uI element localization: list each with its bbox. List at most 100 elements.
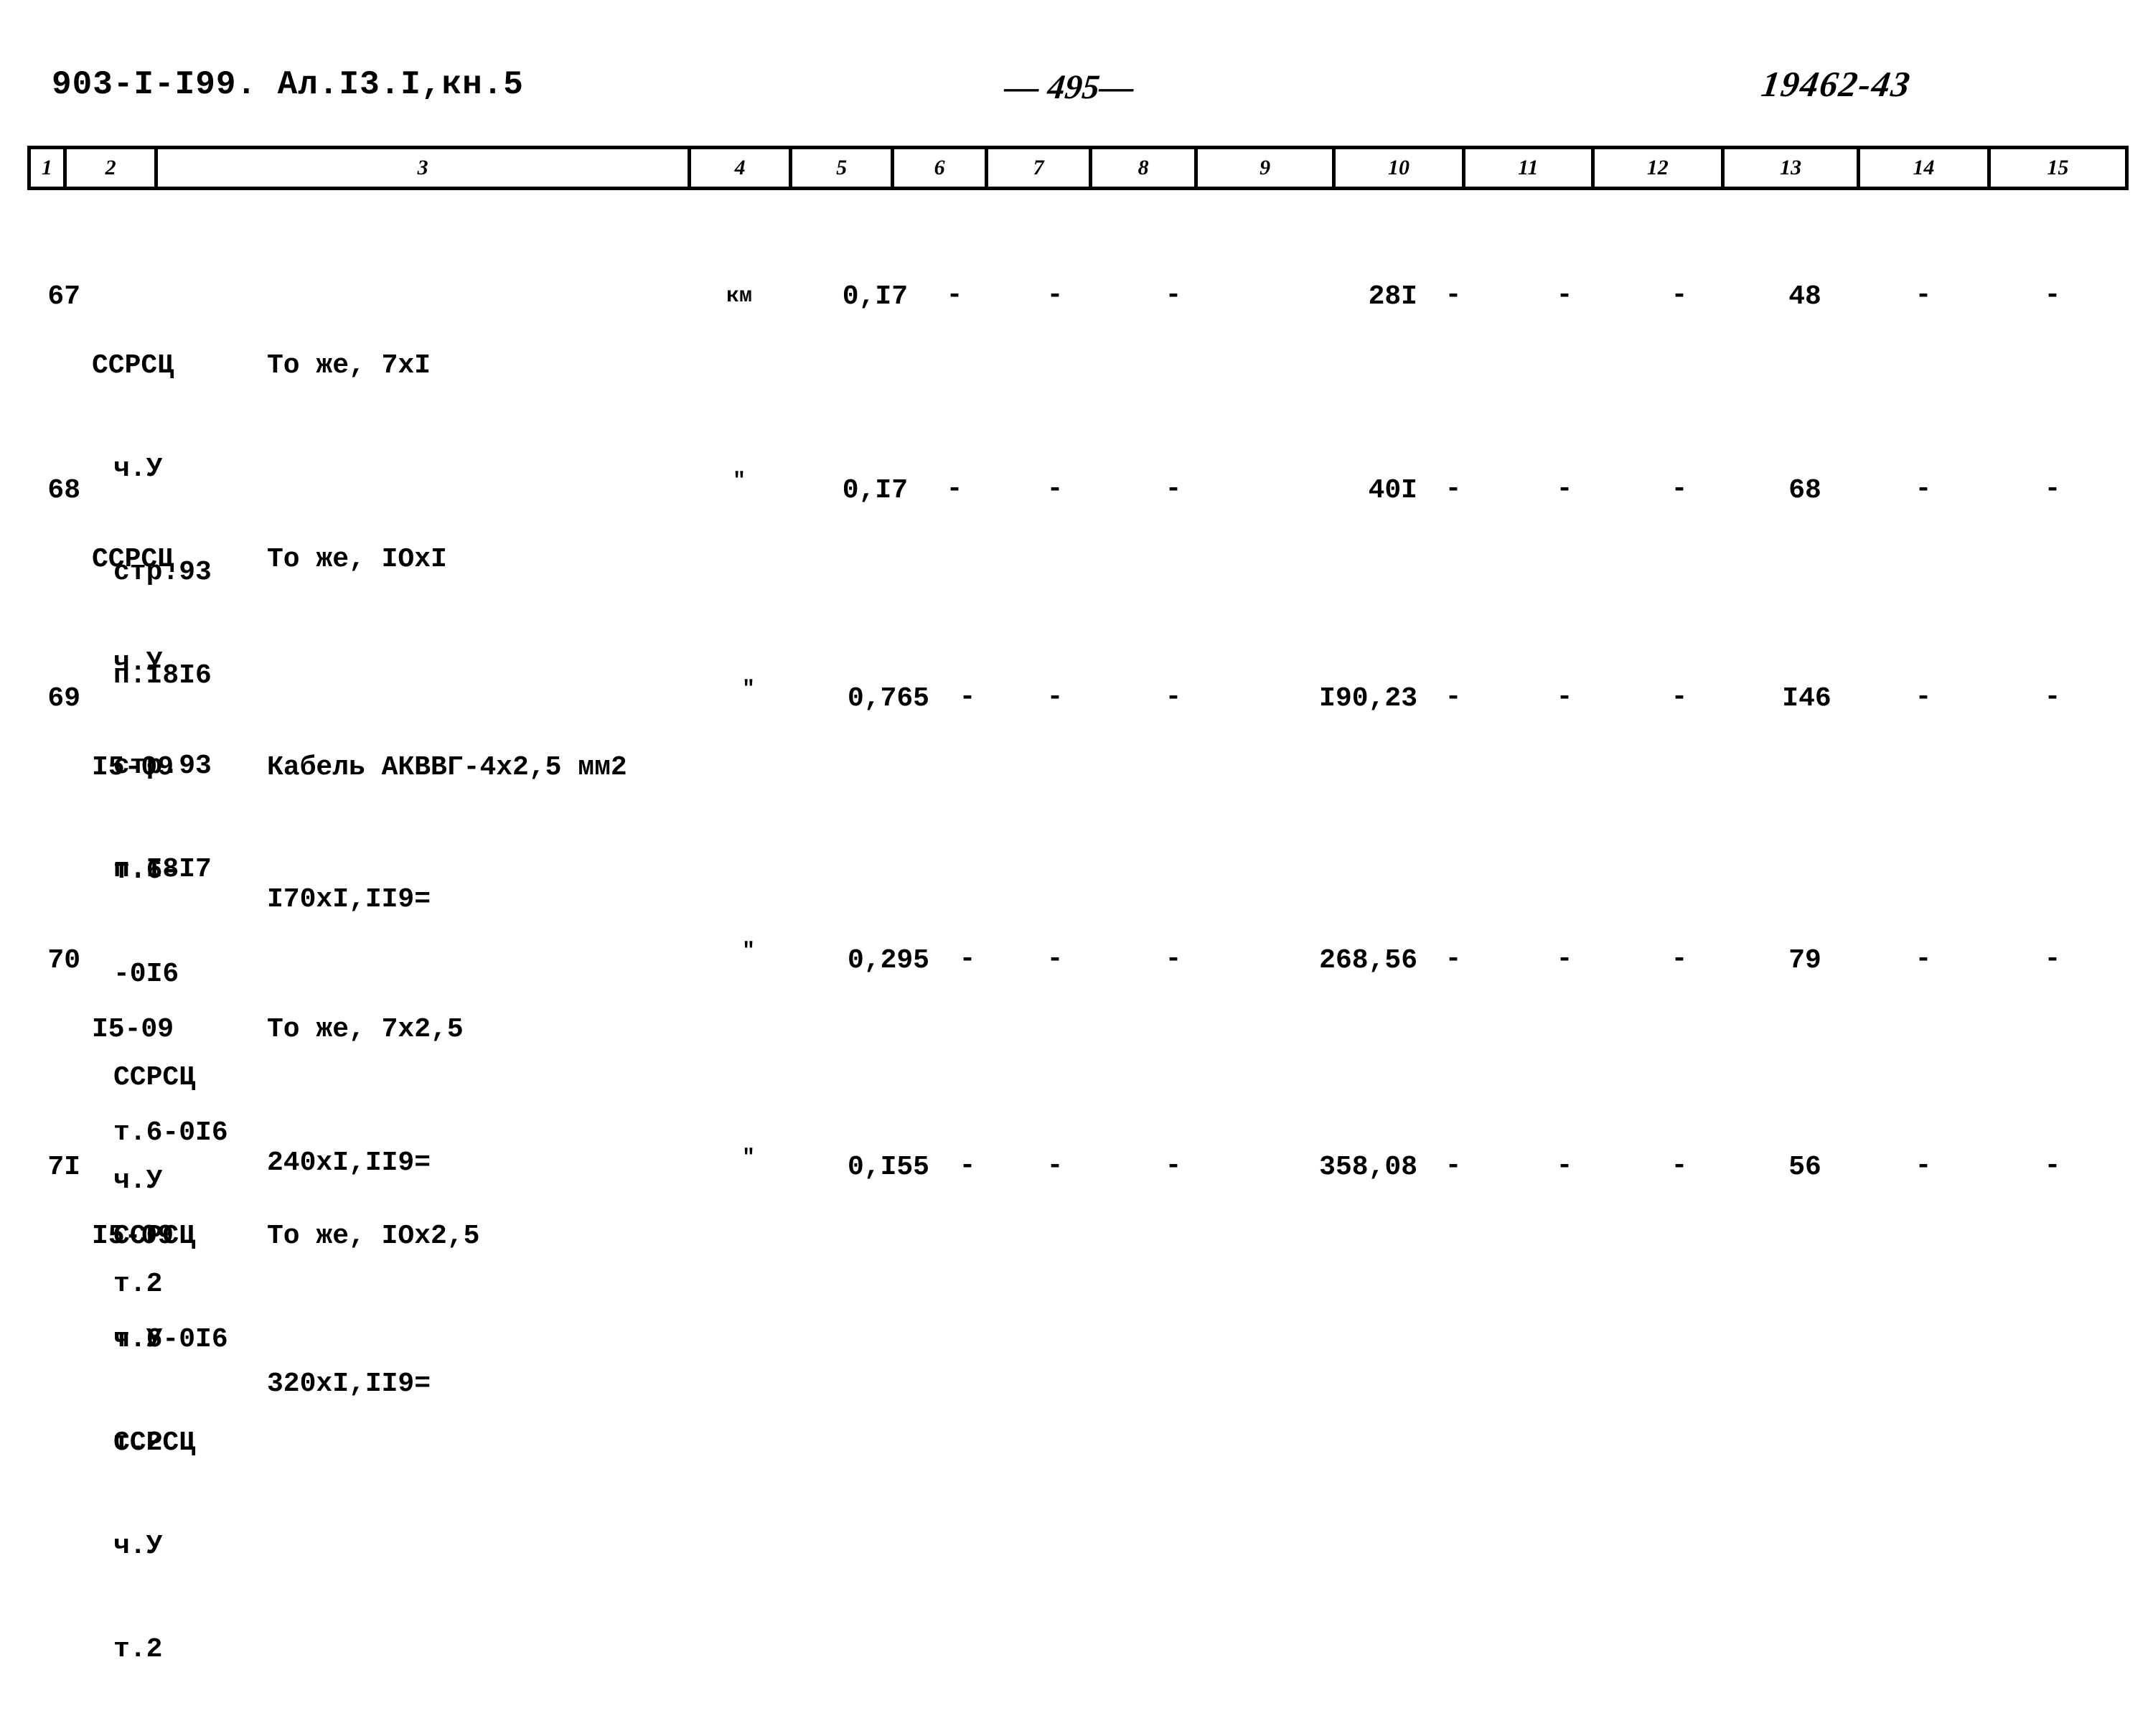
- value-col10: -: [1445, 474, 1462, 505]
- value-col5: 0,I7: [842, 475, 908, 506]
- page-header: 903-I-I99. Ал.I3.I,кн.5 — 495— 19462-43: [0, 64, 2153, 116]
- value-col12: -: [1671, 1150, 1688, 1181]
- reference-line: ССРСЦ: [92, 350, 174, 381]
- value-col7: -: [1046, 944, 1064, 975]
- reference-line: т.6-0I6: [113, 1324, 228, 1355]
- unit-cell: ": [732, 469, 746, 494]
- column-header-2: 2: [67, 149, 159, 187]
- reference-line: ч.У: [113, 1531, 163, 1562]
- column-header-6: 6: [894, 149, 989, 187]
- value-col14: -: [1915, 1150, 1932, 1181]
- value-col13: 48: [1788, 281, 1821, 312]
- column-number-grid: 1 2 3 4 5 6 7 8 9 10 11 12 13 14 15: [27, 146, 2129, 190]
- value-col14: -: [1915, 944, 1932, 975]
- value-col13: I46: [1782, 683, 1831, 714]
- value-col9: 268,56: [1319, 945, 1417, 976]
- reference-line: I5-09: [92, 752, 174, 783]
- row-number: 68: [47, 475, 80, 506]
- value-col11: -: [1556, 474, 1573, 505]
- row-number: 70: [47, 945, 80, 976]
- scanned-page: 903-I-I99. Ал.I3.I,кн.5 — 495— 19462-43 …: [0, 0, 2153, 1665]
- archive-number: 19462-43: [1759, 64, 1914, 104]
- value-col8: -: [1165, 280, 1182, 311]
- value-col10: -: [1445, 280, 1462, 311]
- value-col9: 40I: [1368, 475, 1417, 506]
- reference-line: ССРСЦ: [113, 1427, 196, 1458]
- value-col10: -: [1445, 1150, 1462, 1181]
- page-number: — 495—: [1003, 68, 1136, 106]
- value-col6: -: [959, 1150, 976, 1181]
- unit-cell: ": [741, 1146, 755, 1170]
- value-col15: -: [2044, 1150, 2061, 1181]
- value-col15: -: [2044, 474, 2061, 505]
- value-col15: -: [2044, 280, 2061, 311]
- description-line: То же, IOхI: [267, 544, 447, 575]
- column-header-8: 8: [1092, 149, 1199, 187]
- unit-cell: км: [726, 284, 752, 309]
- column-header-4: 4: [691, 149, 793, 187]
- row-number: 69: [47, 683, 80, 714]
- reference-line: I5-09: [92, 1014, 174, 1045]
- value-col13: 56: [1788, 1152, 1821, 1183]
- reference-line: т.2: [113, 1634, 163, 1665]
- document-code: 903-I-I99. Ал.I3.I,кн.5: [52, 66, 524, 103]
- description-line: 320хI,II9=: [267, 1369, 431, 1399]
- column-header-10: 10: [1336, 149, 1466, 187]
- unit-cell: ": [741, 677, 755, 702]
- table-row: 69 I5-09 т.6- -0I6 ССРСЦ ч.У т.2 Кабель …: [0, 667, 2153, 1300]
- value-col11: -: [1556, 280, 1573, 311]
- value-col6: -: [946, 280, 963, 311]
- row-number: 67: [47, 281, 80, 312]
- value-col11: -: [1556, 1150, 1573, 1181]
- value-col6: -: [959, 944, 976, 975]
- value-col8: -: [1165, 474, 1182, 505]
- description-line: I70хI,II9=: [267, 884, 431, 915]
- value-col9: 358,08: [1319, 1152, 1417, 1183]
- value-col14: -: [1915, 682, 1932, 713]
- table-row: 68 ССРСЦ ч.У стр.93 п.I8I7 То же, IOхI "…: [0, 459, 2153, 885]
- value-col5: 0,295: [847, 945, 929, 976]
- value-col13: 68: [1788, 475, 1821, 506]
- value-col8: -: [1165, 944, 1182, 975]
- value-col5: 0,I55: [847, 1152, 929, 1183]
- reference-line: I5-09: [92, 1221, 174, 1252]
- value-col12: -: [1671, 682, 1688, 713]
- row-number: 7I: [47, 1152, 80, 1183]
- column-header-13: 13: [1725, 149, 1861, 187]
- value-col12: -: [1671, 280, 1688, 311]
- value-col9: 28I: [1368, 281, 1417, 312]
- value-col13: 79: [1788, 945, 1821, 976]
- row-description: То же, IOх2,5 320хI,II9=: [267, 1150, 479, 1470]
- value-col15: -: [2044, 944, 2061, 975]
- column-header-7: 7: [988, 149, 1092, 187]
- column-header-12: 12: [1595, 149, 1725, 187]
- value-col6: -: [959, 682, 976, 713]
- value-col7: -: [1046, 280, 1064, 311]
- value-col10: -: [1445, 682, 1462, 713]
- value-col5: 0,I7: [842, 281, 908, 312]
- unit-cell: ": [741, 939, 755, 964]
- description-line: То же, 7хI: [267, 350, 431, 381]
- reference-line: т.6-: [113, 855, 179, 886]
- value-col7: -: [1046, 474, 1064, 505]
- table-body: 67 ССРСЦ ч.У стр.93 п.I8I6 То же, 7хI км…: [0, 266, 2153, 1665]
- value-col7: -: [1046, 682, 1064, 713]
- value-col12: -: [1671, 944, 1688, 975]
- reference-line: ССРСЦ: [92, 544, 174, 575]
- value-col11: -: [1556, 944, 1573, 975]
- row-description: То же, 7хI: [267, 280, 431, 452]
- value-col8: -: [1165, 682, 1182, 713]
- table-row: 67 ССРСЦ ч.У стр.93 п.I8I6 То же, 7хI км…: [0, 266, 2153, 691]
- column-header-1: 1: [31, 149, 67, 187]
- row-reference: I5-09 т.6-0I6 ССРСЦ ч.У т.2: [92, 1150, 228, 1736]
- value-col5: 0,765: [847, 683, 929, 714]
- column-header-14: 14: [1860, 149, 1991, 187]
- description-line: То же, IOх2,5: [267, 1221, 480, 1252]
- column-header-9: 9: [1198, 149, 1336, 187]
- value-col14: -: [1915, 474, 1932, 505]
- value-col7: -: [1046, 1150, 1064, 1181]
- table-row: 70 I5-09 т.6-0I6 ССРСЦ ч.У т.2 То же, 7х…: [0, 929, 2153, 1458]
- value-col6: -: [946, 474, 963, 505]
- value-col10: -: [1445, 944, 1462, 975]
- value-col15: -: [2044, 682, 2061, 713]
